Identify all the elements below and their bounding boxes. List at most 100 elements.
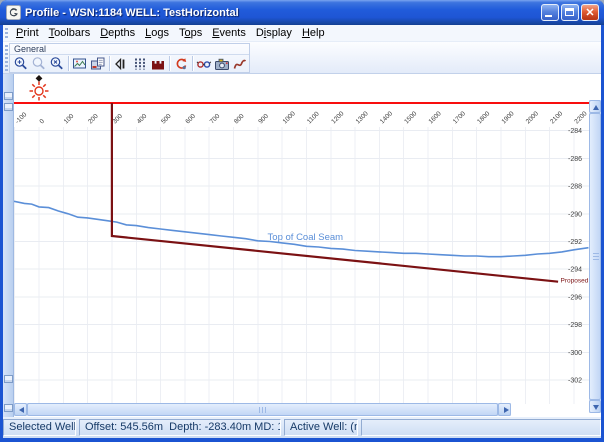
scroll-up-button[interactable] [589, 100, 601, 113]
export-button[interactable] [89, 55, 107, 72]
pane-toggle-button[interactable] [4, 404, 13, 412]
menubar-gripper-icon[interactable] [5, 28, 8, 39]
top-of-coal-seam-line[interactable] [14, 201, 589, 256]
scroll-left-button[interactable] [14, 403, 27, 416]
export-icon [90, 56, 106, 72]
minimize-button[interactable] [541, 4, 559, 21]
x-axis-tick-label: 1600 [427, 110, 442, 125]
proposed-label: Proposed [561, 277, 589, 284]
profile-window: Profile - WSN:1184 WELL: TestHorizontal … [0, 0, 604, 442]
menu-tops[interactable]: Tops [174, 26, 207, 40]
title-bar[interactable]: Profile - WSN:1184 WELL: TestHorizontal … [0, 0, 604, 25]
menu-toolbars[interactable]: Toolbars [44, 26, 96, 40]
close-button[interactable]: ✕ [581, 4, 599, 21]
x-axis-tick-label: 2200 [573, 110, 588, 125]
snapshot-icon [214, 56, 230, 72]
scroll-right-button[interactable] [498, 403, 511, 416]
status-spacer [361, 419, 601, 436]
x-axis-tick-label: -100 [14, 111, 28, 125]
previous-marker-icon [113, 56, 129, 72]
casing-icon [150, 56, 166, 72]
menu-bar: PrintToolbarsDepthsLogsTopsEventsDisplay… [3, 25, 601, 42]
x-axis-tick-label: 1900 [500, 110, 515, 125]
x-axis-tick-label: 1200 [330, 110, 345, 125]
window-title: Profile - WSN:1184 WELL: TestHorizontal [25, 7, 239, 19]
x-axis-tick-label: 0 [38, 118, 46, 126]
pane-toggle-button[interactable] [4, 375, 13, 383]
view-3d-button[interactable] [195, 55, 213, 72]
status-cursor-position: Offset: 545.56m Depth: -283.40m MD: 1004… [79, 419, 281, 436]
zoom-in-icon [13, 56, 29, 72]
toolbar-group-label: General [10, 44, 249, 55]
menu-print[interactable]: Print [11, 26, 44, 40]
menu-depths[interactable]: Depths [95, 26, 140, 40]
menu-logs[interactable]: Logs [140, 26, 174, 40]
maximize-button[interactable] [561, 4, 579, 21]
profile-content: -100010020030040050060070080090010001100… [3, 74, 601, 417]
zoom-in-button[interactable] [12, 55, 30, 72]
thumb-grip-icon [259, 407, 267, 413]
sun-ray [43, 95, 45, 97]
zoom-out-button[interactable] [48, 55, 66, 72]
x-axis-tick-label: 1800 [476, 110, 491, 125]
x-axis-tick-label: 500 [160, 113, 173, 126]
toolbar-separator [169, 56, 170, 71]
arrow-right-icon [504, 407, 509, 413]
snapshot-button[interactable] [213, 55, 231, 72]
menu-help[interactable]: Help [297, 26, 330, 40]
pane-toggle-button[interactable] [4, 103, 13, 111]
minimize-icon [545, 15, 552, 17]
image-icon [72, 56, 88, 72]
y-axis-tick-label: -290 [568, 211, 582, 218]
thumb-grip-icon [593, 253, 599, 260]
toolbar-separator [109, 56, 110, 71]
curve-button[interactable] [231, 55, 249, 72]
previous-marker-button[interactable] [112, 55, 130, 72]
horizontal-scrollbar[interactable] [14, 403, 511, 416]
zoom-window-button[interactable] [30, 55, 48, 72]
status-active-well: Active Well: (null) [284, 419, 358, 436]
toolbar-gripper-icon[interactable] [5, 45, 8, 71]
x-axis-tick-label: 1300 [355, 110, 370, 125]
left-panel-strip[interactable] [3, 74, 14, 417]
menu-events[interactable]: Events [207, 26, 251, 40]
close-icon: ✕ [582, 6, 598, 20]
proposed-line[interactable] [112, 103, 558, 282]
y-axis-tick-label: -288 [568, 184, 582, 191]
x-axis-tick-label: 600 [184, 113, 197, 126]
scroll-down-button[interactable] [589, 400, 601, 413]
zoom-out-icon [49, 56, 65, 72]
y-axis-tick-label: -284 [568, 128, 582, 135]
caption-buttons: ✕ [541, 4, 599, 21]
x-axis-tick-label: 100 [63, 113, 76, 126]
image-button[interactable] [71, 55, 89, 72]
status-selected-well: Selected Well: N/A [3, 419, 76, 436]
x-axis-tick-label: 2000 [525, 110, 540, 125]
y-axis-tick-label: -298 [568, 322, 582, 329]
horizontal-scroll-thumb[interactable] [27, 403, 498, 416]
refresh-button[interactable] [172, 55, 190, 72]
zoom-window-icon [31, 56, 47, 72]
menu-display[interactable]: Display [251, 26, 297, 40]
y-axis-tick-label: -294 [568, 267, 582, 274]
x-axis-tick-label: 900 [257, 113, 270, 126]
x-axis-tick-label: 400 [136, 113, 149, 126]
log-display-button[interactable] [130, 55, 148, 72]
pane-toggle-button[interactable] [4, 92, 13, 100]
refresh-icon [173, 56, 189, 72]
y-axis-tick-label: -300 [568, 350, 582, 357]
maximize-icon [565, 8, 574, 16]
casing-button[interactable] [149, 55, 167, 72]
status-bar: Selected Well: N/A Offset: 545.56m Depth… [3, 417, 601, 438]
y-axis-tick-label: -296 [568, 294, 582, 301]
toolbar-band: General [3, 42, 601, 74]
vertical-scrollbar[interactable] [589, 100, 601, 413]
toolbar-group-general: General [9, 43, 250, 73]
y-axis-tick-label: -302 [568, 378, 582, 385]
vertical-scroll-thumb[interactable] [589, 113, 601, 400]
y-axis-tick-label: -292 [568, 239, 582, 246]
x-axis-tick-label: 300 [111, 113, 124, 126]
sun-ray [43, 84, 45, 86]
profile-plot[interactable]: -100010020030040050060070080090010001100… [14, 74, 589, 404]
view-3d-icon [196, 56, 212, 72]
